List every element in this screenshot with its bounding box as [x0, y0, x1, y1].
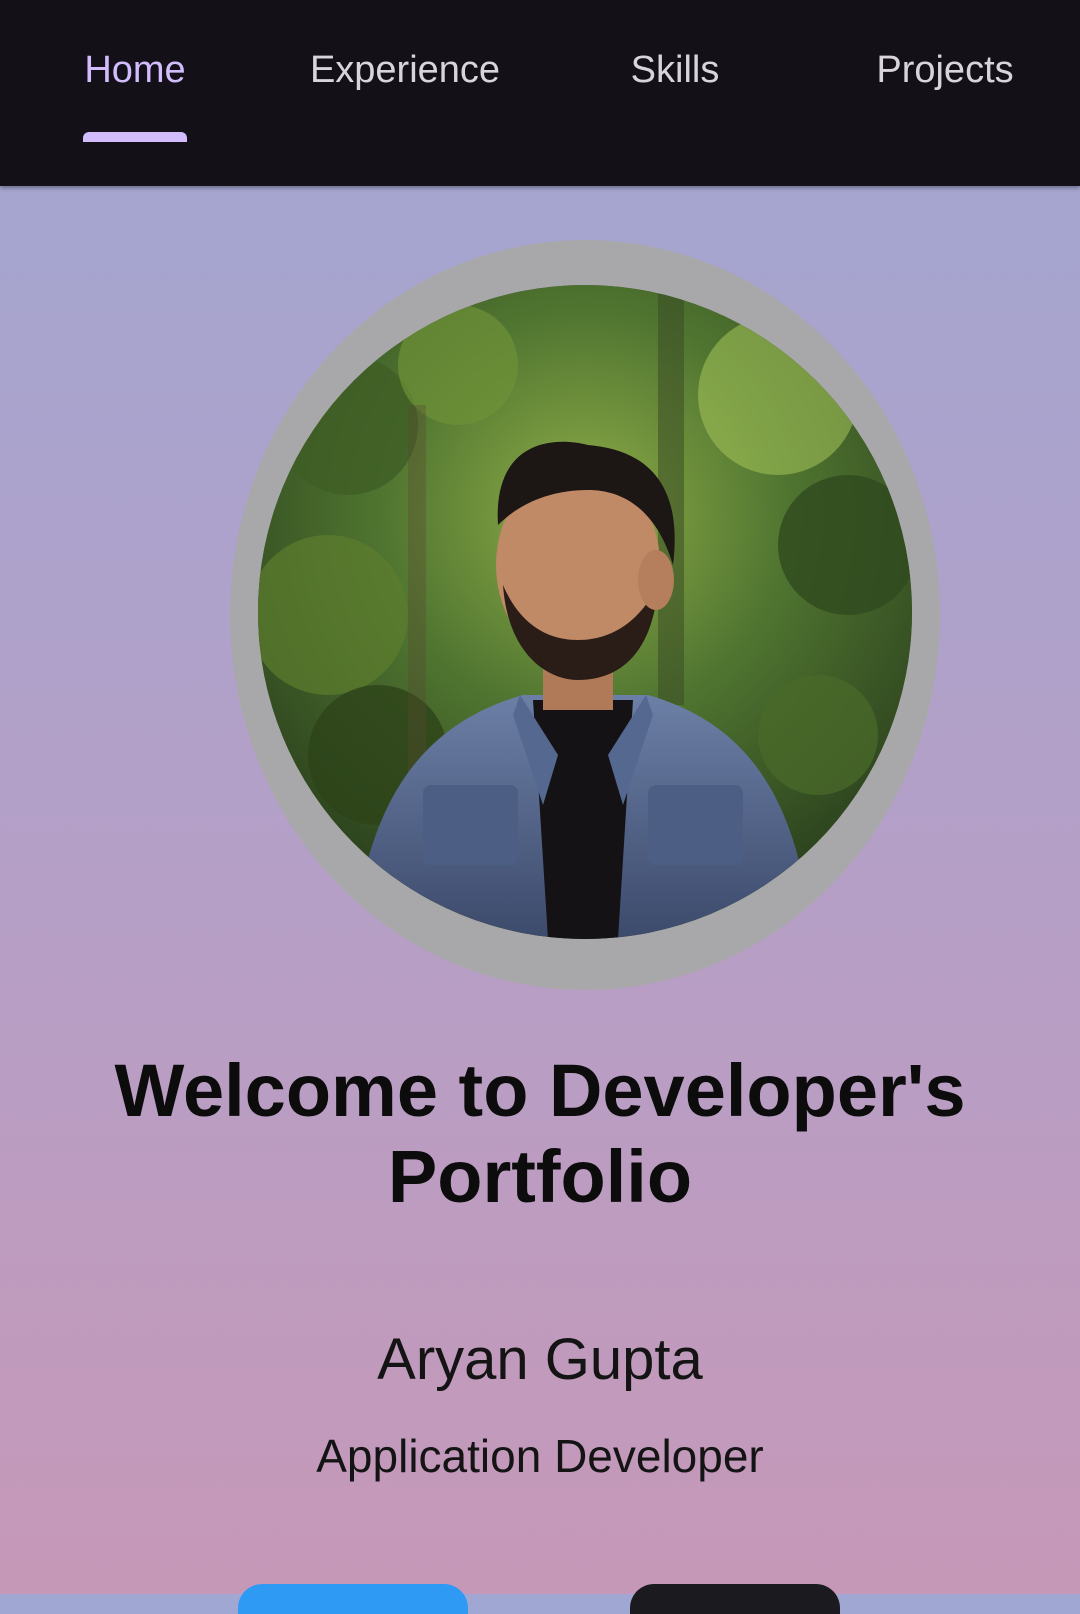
- tab-skills[interactable]: Skills: [580, 0, 770, 186]
- tab-projects-label: Projects: [876, 49, 1014, 91]
- tab-home-label: Home: [84, 49, 186, 91]
- avatar: [258, 285, 912, 939]
- active-tab-indicator: [83, 132, 187, 142]
- profile-photo: [258, 285, 912, 939]
- secondary-action-button[interactable]: [630, 1584, 840, 1614]
- top-tab-bar: Home Experience Skills Projects: [0, 0, 1080, 186]
- avatar-frame: [230, 240, 940, 990]
- tab-home[interactable]: Home: [40, 0, 230, 186]
- welcome-heading: Welcome to Developer's Portfolio: [114, 1049, 966, 1218]
- tab-experience-label: Experience: [309, 49, 501, 91]
- tab-skills-label: Skills: [630, 49, 720, 91]
- primary-action-button[interactable]: [238, 1584, 468, 1614]
- tab-projects[interactable]: Projects: [835, 0, 1055, 186]
- tab-experience[interactable]: Experience: [290, 0, 520, 186]
- developer-role: Application Developer: [316, 1430, 764, 1482]
- developer-name: Aryan Gupta: [377, 1327, 703, 1392]
